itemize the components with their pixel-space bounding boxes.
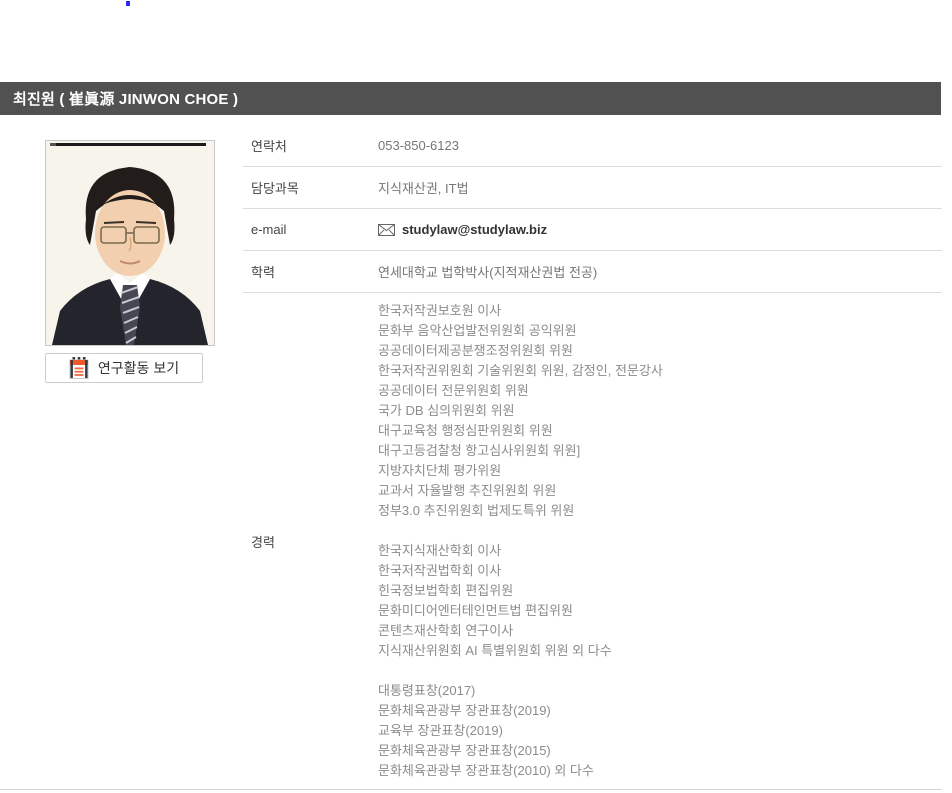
- career-line: 힌국정보법학회 편집위원: [378, 581, 663, 601]
- profile-name-title: 최진원 ( 崔眞源 JINWON CHOE ): [13, 88, 238, 109]
- career-line: 문화체육관광부 장관표창(2010) 외 다수: [378, 761, 663, 781]
- career-block-societies: 한국지식재산학회 이사한국저작권법학회 이사힌국정보법학회 편집위원문화미디어엔…: [378, 541, 663, 661]
- research-activity-button-label: 연구활동 보기: [98, 358, 179, 378]
- subjects-label: 담당과목: [243, 178, 378, 197]
- email-label: e-mail: [243, 222, 378, 237]
- info-table: 연락처 053-850-6123 담당과목 지식재산권, IT법 e-mail …: [243, 125, 942, 791]
- career-line: 대구고등검찰청 항고심사위원회 위원]: [378, 441, 663, 461]
- career-block-awards: 대통령표창(2017)문화체육관광부 장관표창(2019)교육부 장관표창(20…: [378, 681, 663, 781]
- email-link[interactable]: studylaw@studylaw.biz: [402, 222, 547, 237]
- career-block-committees: 한국저작권보호원 이사문화부 음악산업발전위원회 공익위원공공데이터제공분쟁조정…: [378, 301, 663, 521]
- email-row: e-mail studylaw@studylaw.biz: [243, 209, 942, 251]
- contact-row: 연락처 053-850-6123: [243, 125, 942, 167]
- envelope-icon: [378, 224, 395, 236]
- education-label: 학력: [243, 262, 378, 281]
- subjects-row: 담당과목 지식재산권, IT법: [243, 167, 942, 209]
- table-bottom-divider: [0, 789, 942, 790]
- career-line: 콘텐츠재산학회 연구이사: [378, 621, 663, 641]
- career-line: 대통령표창(2017): [378, 681, 663, 701]
- career-line: 문화체육관광부 장관표창(2015): [378, 741, 663, 761]
- career-line: 교과서 자율발행 추진위원회 위원: [378, 481, 663, 501]
- career-line: 공공데이터 전문위원회 위원: [378, 381, 663, 401]
- career-row: 경력 한국저작권보호원 이사문화부 음악산업발전위원회 공익위원공공데이터제공분…: [243, 293, 942, 791]
- career-line: 문화체육관광부 장관표창(2019): [378, 701, 663, 721]
- portrait-photo: [45, 140, 215, 346]
- career-line: 공공데이터제공분쟁조정위원회 위원: [378, 341, 663, 361]
- career-value: 한국저작권보호원 이사문화부 음악산업발전위원회 공익위원공공데이터제공분쟁조정…: [378, 301, 663, 781]
- subjects-value: 지식재산권, IT법: [378, 178, 469, 197]
- career-line: 국가 DB 심의위원회 위원: [378, 401, 663, 421]
- career-line: 지식재산위원회 AI 특별위원회 위원 외 다수: [378, 641, 663, 661]
- career-line: 대구교육청 행정심판위원회 위원: [378, 421, 663, 441]
- education-row: 학력 연세대학교 법학박사(지적재산권법 전공): [243, 251, 942, 293]
- career-line: 문화부 음악산업발전위원회 공익위원: [378, 321, 663, 341]
- blue-artifact-dot: [126, 1, 130, 6]
- profile-content: 연구활동 보기 연락처 053-850-6123 담당과목 지식재산권, IT법…: [0, 125, 942, 791]
- notepad-icon: [69, 357, 89, 379]
- profile-left-column: 연구활동 보기: [0, 125, 243, 791]
- career-label: 경력: [243, 532, 378, 551]
- career-line: 문화미디어엔터테인먼트법 편집위원: [378, 601, 663, 621]
- career-line: 지방자치단체 평가위원: [378, 461, 663, 481]
- contact-value: 053-850-6123: [378, 138, 459, 153]
- contact-label: 연락처: [243, 136, 378, 155]
- profile-header-bar: 최진원 ( 崔眞源 JINWON CHOE ): [0, 82, 941, 115]
- portrait-illustration: [46, 141, 214, 345]
- career-line: 정부3.0 추진위원회 법제도특위 위원: [378, 501, 663, 521]
- career-line: 한국저작권보호원 이사: [378, 301, 663, 321]
- career-line: 교육부 장관표창(2019): [378, 721, 663, 741]
- education-value: 연세대학교 법학박사(지적재산권법 전공): [378, 262, 597, 281]
- career-line: 한국저작권위원회 기술위원회 위원, 감정인, 전문강사: [378, 361, 663, 381]
- career-line: 한국저작권법학회 이사: [378, 561, 663, 581]
- career-line: 한국지식재산학회 이사: [378, 541, 663, 561]
- research-activity-button[interactable]: 연구활동 보기: [45, 353, 203, 383]
